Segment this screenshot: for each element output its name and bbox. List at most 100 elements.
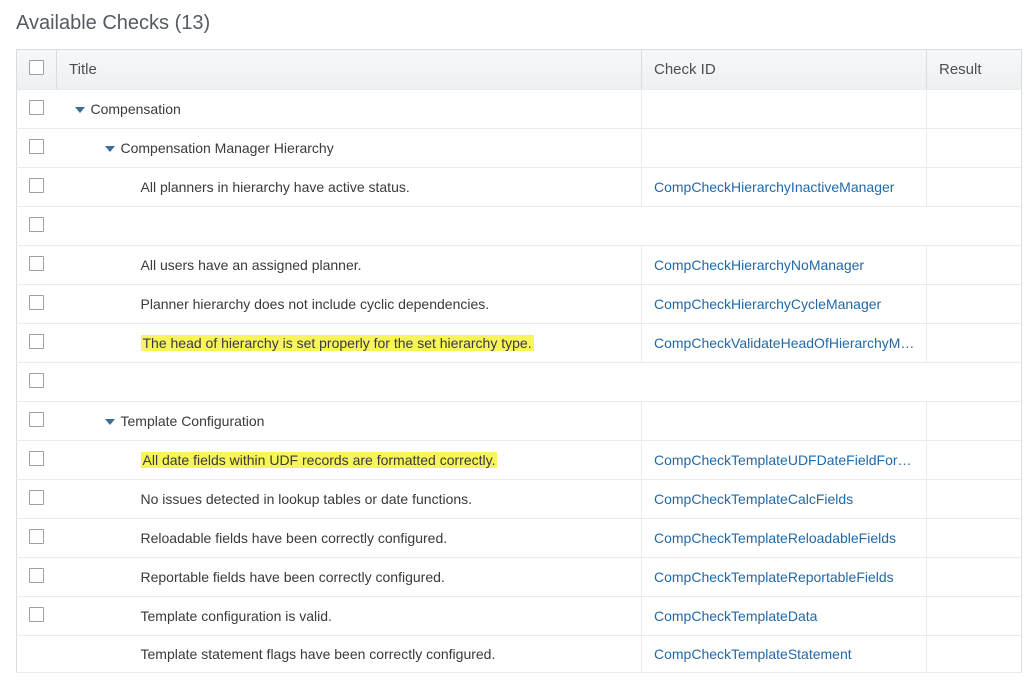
expand-toggle[interactable] xyxy=(75,101,91,117)
check-id-link[interactable]: CompCheckValidateHeadOfHierarchyM… xyxy=(654,335,914,351)
row-checkbox-cell xyxy=(17,441,57,480)
row-checkbox-cell xyxy=(17,246,57,285)
result-cell xyxy=(927,246,1022,285)
row-label: Template configuration is valid. xyxy=(141,608,332,624)
row-label: Reloadable fields have been correctly co… xyxy=(141,530,448,546)
row-checkbox[interactable] xyxy=(29,451,44,466)
row-checkbox-cell xyxy=(17,285,57,324)
row-label: Compensation Manager Hierarchy xyxy=(121,140,334,156)
row-checkbox-cell xyxy=(17,207,57,246)
row-checkbox[interactable] xyxy=(29,607,44,622)
row-checkbox[interactable] xyxy=(29,334,44,349)
table-body: Compensation Compensation Manager Hierarc… xyxy=(17,90,1022,673)
result-cell xyxy=(927,558,1022,597)
row-checkbox[interactable] xyxy=(29,568,44,583)
chevron-down-icon xyxy=(75,107,85,113)
check-id-link[interactable]: CompCheckTemplateUDFDateFieldFor… xyxy=(654,452,912,468)
result-cell xyxy=(927,480,1022,519)
expand-toggle[interactable] xyxy=(105,140,121,156)
item-title: Planner hierarchy does not include cycli… xyxy=(69,296,630,312)
item-title-cell: All planners in hierarchy have active st… xyxy=(57,168,642,207)
table-row: Template configuration is valid. CompChec… xyxy=(17,597,1022,636)
row-checkbox[interactable] xyxy=(29,529,44,544)
check-id-cell xyxy=(642,90,927,129)
check-id-cell: CompCheckTemplateUDFDateFieldFor… xyxy=(642,441,927,480)
check-id-link[interactable]: CompCheckTemplateStatement xyxy=(654,646,852,662)
item-title: The head of hierarchy is set properly fo… xyxy=(69,335,630,351)
item-title: Reloadable fields have been correctly co… xyxy=(69,530,630,546)
check-id-link[interactable]: CompCheckTemplateCalcFields xyxy=(654,491,853,507)
check-id-cell: CompCheckHierarchyNoManager xyxy=(642,246,927,285)
table-row: Compensation Manager Hierarchy xyxy=(17,129,1022,168)
column-header-check-id[interactable]: Check ID xyxy=(642,50,927,90)
item-title-cell: No issues detected in lookup tables or d… xyxy=(57,480,642,519)
check-id-link[interactable]: CompCheckHierarchyNoManager xyxy=(654,257,864,273)
row-checkbox-cell xyxy=(17,402,57,441)
row-checkbox[interactable] xyxy=(29,373,44,388)
result-cell xyxy=(927,324,1022,363)
item-title: All planners in hierarchy have active st… xyxy=(69,179,630,195)
table-row: Reportable fields have been correctly co… xyxy=(17,558,1022,597)
spacer-cell xyxy=(57,207,1022,246)
item-title: No issues detected in lookup tables or d… xyxy=(69,491,630,507)
row-checkbox-cell xyxy=(17,558,57,597)
page-title: Available Checks (13) xyxy=(16,12,1008,35)
chevron-down-icon xyxy=(105,146,115,152)
item-title-cell: Template configuration is valid. xyxy=(57,597,642,636)
column-header-title[interactable]: Title xyxy=(57,50,642,90)
item-title-cell: Reloadable fields have been correctly co… xyxy=(57,519,642,558)
check-id-cell: CompCheckTemplateCalcFields xyxy=(642,480,927,519)
row-checkbox[interactable] xyxy=(29,490,44,505)
checks-table: Title Check ID Result CompensationCompen… xyxy=(16,49,1022,673)
group-toggle[interactable]: Compensation Manager Hierarchy xyxy=(69,140,630,156)
row-label: No issues detected in lookup tables or d… xyxy=(141,491,473,507)
check-id-cell xyxy=(642,129,927,168)
item-title-cell: Template statement flags have been corre… xyxy=(57,636,642,673)
table-row: Planner hierarchy does not include cycli… xyxy=(17,285,1022,324)
row-checkbox-cell xyxy=(17,480,57,519)
group-title-cell: Compensation Manager Hierarchy xyxy=(57,129,642,168)
check-id-link[interactable]: CompCheckHierarchyInactiveManager xyxy=(654,179,894,195)
group-toggle[interactable]: Compensation xyxy=(69,101,630,117)
result-cell xyxy=(927,90,1022,129)
result-cell xyxy=(927,285,1022,324)
check-id-link[interactable]: CompCheckTemplateData xyxy=(654,608,817,624)
expand-toggle[interactable] xyxy=(105,413,121,429)
item-title-cell: All users have an assigned planner. xyxy=(57,246,642,285)
item-title: All date fields within UDF records are f… xyxy=(69,452,630,468)
row-checkbox-cell xyxy=(17,597,57,636)
group-toggle[interactable]: Template Configuration xyxy=(69,413,630,429)
table-row: All planners in hierarchy have active st… xyxy=(17,168,1022,207)
chevron-down-icon xyxy=(105,419,115,425)
row-checkbox-cell xyxy=(17,519,57,558)
row-label: Template statement flags have been corre… xyxy=(141,646,496,662)
row-checkbox[interactable] xyxy=(29,100,44,115)
result-cell xyxy=(927,519,1022,558)
column-header-checkbox xyxy=(17,50,57,90)
row-checkbox[interactable] xyxy=(29,217,44,232)
check-id-link[interactable]: CompCheckHierarchyCycleManager xyxy=(654,296,881,312)
column-header-result[interactable]: Result xyxy=(927,50,1022,90)
result-cell xyxy=(927,597,1022,636)
group-title-cell: Compensation xyxy=(57,90,642,129)
item-title-cell: Reportable fields have been correctly co… xyxy=(57,558,642,597)
table-row: No issues detected in lookup tables or d… xyxy=(17,480,1022,519)
result-cell xyxy=(927,402,1022,441)
check-id-cell: CompCheckValidateHeadOfHierarchyM… xyxy=(642,324,927,363)
row-checkbox-cell xyxy=(17,90,57,129)
table-row: Reloadable fields have been correctly co… xyxy=(17,519,1022,558)
check-id-cell xyxy=(642,402,927,441)
row-checkbox[interactable] xyxy=(29,295,44,310)
table-row xyxy=(17,207,1022,246)
check-id-cell: CompCheckTemplateReportableFields xyxy=(642,558,927,597)
check-id-link[interactable]: CompCheckTemplateReportableFields xyxy=(654,569,894,585)
check-id-link[interactable]: CompCheckTemplateReloadableFields xyxy=(654,530,896,546)
row-checkbox[interactable] xyxy=(29,178,44,193)
select-all-checkbox[interactable] xyxy=(29,60,44,75)
row-label: Reportable fields have been correctly co… xyxy=(141,569,445,585)
item-title: Reportable fields have been correctly co… xyxy=(69,569,630,585)
row-checkbox[interactable] xyxy=(29,139,44,154)
row-checkbox[interactable] xyxy=(29,412,44,427)
row-checkbox[interactable] xyxy=(29,256,44,271)
table-row: Compensation xyxy=(17,90,1022,129)
